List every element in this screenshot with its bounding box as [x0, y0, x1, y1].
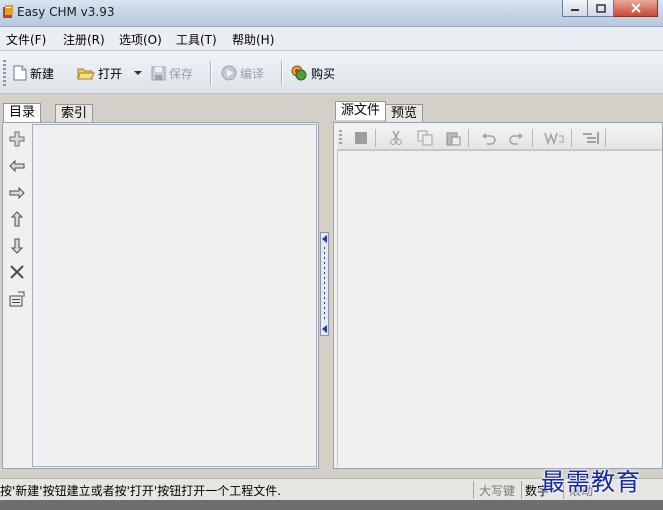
editor-separator [605, 129, 606, 147]
watermark: 最需教育 [541, 468, 641, 496]
arrow-right-icon[interactable] [9, 185, 25, 201]
menu-tools[interactable]: 工具(T) [176, 31, 217, 48]
save-disk-icon [151, 66, 166, 80]
tab-index[interactable]: 索引 [55, 104, 94, 123]
word-wrap-icon[interactable] [544, 130, 564, 146]
toolbar-separator [210, 61, 212, 85]
compile-button[interactable]: 编译 [221, 63, 264, 83]
window-controls [562, 0, 658, 18]
compile-label: 编译 [240, 66, 265, 81]
redo-icon[interactable] [508, 130, 524, 146]
copy-icon[interactable] [417, 130, 433, 146]
minimize-icon [571, 9, 579, 11]
splitter-arrow-icon [322, 235, 327, 243]
close-button[interactable] [614, 0, 658, 17]
new-label: 新建 [30, 66, 55, 81]
cut-icon[interactable] [388, 130, 404, 146]
arrow-up-icon[interactable] [9, 211, 25, 227]
arrow-left-icon[interactable] [9, 158, 25, 174]
app-icon [3, 5, 13, 18]
toolbar-separator [281, 61, 283, 85]
toolbar-grip[interactable] [3, 60, 6, 86]
open-folder-icon [77, 68, 95, 80]
menu-bar: 文件(F) 注册(R) 选项(O) 工具(T) 帮助(H) [0, 27, 663, 51]
minimize-button[interactable] [562, 0, 588, 17]
buy-icon [291, 65, 307, 81]
menu-register[interactable]: 注册(R) [63, 31, 105, 48]
editor-toolbar [337, 126, 662, 150]
open-label: 打开 [98, 66, 123, 81]
splitter-grip [324, 247, 325, 321]
compile-icon [221, 65, 237, 81]
editor-separator [468, 129, 469, 147]
window-title: Easy CHM v3.93 [17, 5, 115, 19]
buy-button[interactable]: 购买 [290, 63, 335, 83]
menu-file[interactable]: 文件(F) [6, 31, 46, 48]
source-editor[interactable] [337, 150, 661, 467]
stop-icon[interactable] [353, 130, 369, 146]
chevron-down-icon [134, 71, 142, 75]
editor-separator [532, 129, 533, 147]
tab-preview[interactable]: 预览 [385, 104, 424, 123]
status-divider [521, 481, 522, 499]
maximize-button[interactable] [588, 0, 614, 17]
properties-icon[interactable] [9, 291, 25, 307]
new-button[interactable]: 新建 [13, 63, 54, 83]
open-button[interactable]: 打开 [77, 63, 122, 83]
status-divider [473, 481, 474, 499]
save-label: 保存 [169, 66, 194, 81]
panel-splitter[interactable] [320, 232, 329, 336]
add-icon[interactable] [9, 131, 25, 147]
delete-icon[interactable] [9, 264, 25, 280]
format-icon[interactable] [582, 130, 600, 146]
editor-toolbar-grip [339, 130, 342, 146]
editor-separator [571, 129, 572, 147]
arrow-down-icon[interactable] [9, 238, 25, 254]
editor-separator [375, 129, 376, 147]
tab-source[interactable]: 源文件 [335, 101, 387, 120]
open-dropdown-button[interactable] [133, 63, 146, 83]
window-bottom-edge [0, 500, 663, 510]
maximize-icon [595, 3, 606, 13]
status-caps: 大写键 [479, 484, 516, 498]
buy-label: 购买 [311, 66, 336, 81]
paste-icon[interactable] [445, 130, 461, 146]
menu-help[interactable]: 帮助(H) [232, 31, 274, 48]
status-message: 按'新建'按钮建立或者按'打开'按钮打开一个工程文件. [0, 484, 282, 498]
main-toolbar: 新建 打开 保存 编译 购买 [0, 51, 663, 94]
undo-icon[interactable] [481, 130, 497, 146]
contents-tree[interactable] [32, 124, 317, 467]
tab-contents[interactable]: 目录 [3, 103, 42, 122]
new-file-icon [13, 65, 27, 81]
splitter-arrow-icon [322, 325, 327, 333]
save-button[interactable]: 保存 [151, 63, 193, 83]
menu-options[interactable]: 选项(O) [119, 31, 162, 48]
close-icon [630, 3, 641, 13]
title-bar[interactable]: Easy CHM v3.93 [0, 0, 663, 27]
